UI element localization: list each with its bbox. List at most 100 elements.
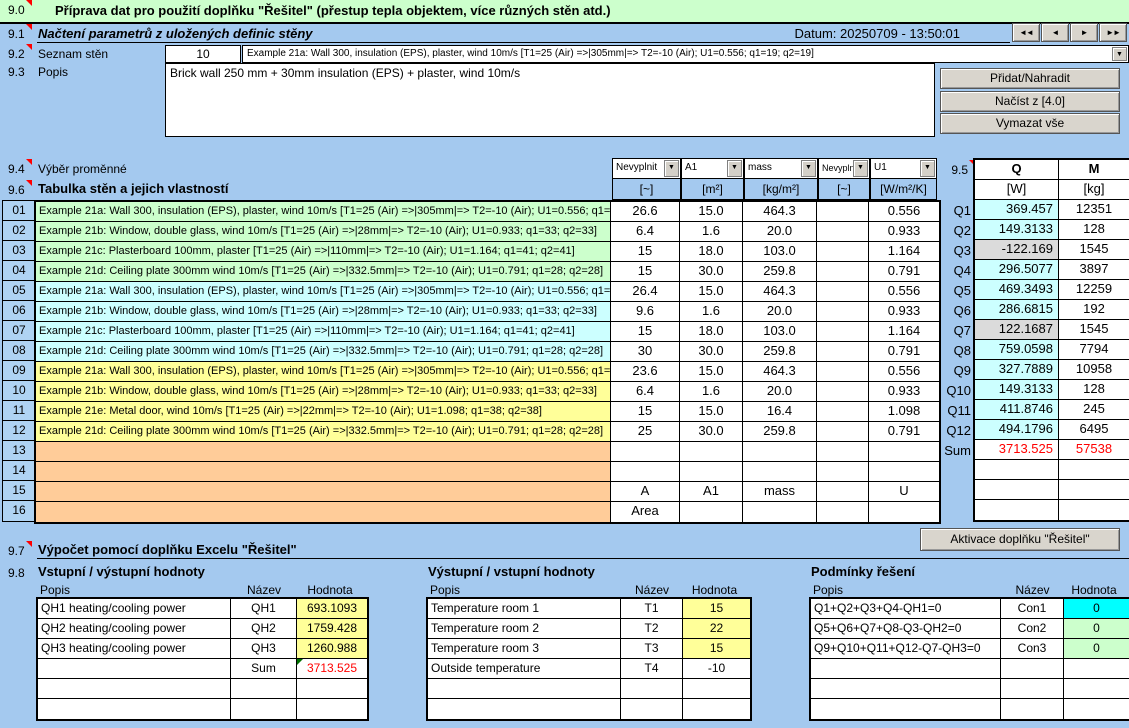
variable-dropdown-5[interactable]: U1 ▼	[870, 158, 937, 179]
wall-value-cell[interactable]: 0.933	[869, 302, 939, 322]
io-value-cell[interactable]: -10	[683, 659, 750, 679]
wall-value-cell[interactable]: 15.0	[680, 202, 743, 222]
wall-description-cell[interactable]	[36, 502, 611, 522]
wall-description-cell[interactable]: Example 21e: Metal door, wind 10m/s [T1=…	[36, 402, 611, 422]
io-value-cell[interactable]: 15	[683, 639, 750, 659]
wall-value-cell[interactable]: 103.0	[743, 242, 817, 262]
wall-value-cell[interactable]: 18.0	[680, 242, 743, 262]
wall-value-cell[interactable]	[817, 462, 869, 482]
wall-value-cell[interactable]: 26.6	[611, 202, 680, 222]
wall-value-cell[interactable]	[817, 362, 869, 382]
wall-value-cell[interactable]	[817, 422, 869, 442]
add-replace-button[interactable]: Přidat/Nahradit	[940, 68, 1120, 89]
wall-value-cell[interactable]: 1.6	[680, 222, 743, 242]
wall-value-cell[interactable]: 15	[611, 322, 680, 342]
nav-prev-button[interactable]: ◄	[1041, 23, 1069, 42]
wall-value-cell[interactable]: 103.0	[743, 322, 817, 342]
wall-description-cell[interactable]: Example 21a: Wall 300, insulation (EPS),…	[36, 362, 611, 382]
wall-description-cell[interactable]: Example 21b: Window, double glass, wind …	[36, 382, 611, 402]
wall-value-cell[interactable]: A1	[680, 482, 743, 502]
wall-value-cell[interactable]: A	[611, 482, 680, 502]
wall-description-cell[interactable]: Example 21b: Window, double glass, wind …	[36, 222, 611, 242]
wall-value-cell[interactable]	[743, 502, 817, 522]
wall-value-cell[interactable]: 1.164	[869, 322, 939, 342]
wall-value-cell[interactable]	[680, 442, 743, 462]
wall-value-cell[interactable]: 15	[611, 402, 680, 422]
wall-value-cell[interactable]: 26.4	[611, 282, 680, 302]
wall-value-cell[interactable]	[817, 262, 869, 282]
io-value-cell[interactable]: 15	[683, 599, 750, 619]
chevron-down-icon[interactable]: ▼	[727, 160, 742, 177]
wall-value-cell[interactable]: 15.0	[680, 402, 743, 422]
wall-value-cell[interactable]	[817, 222, 869, 242]
wall-description-cell[interactable]: Example 21b: Window, double glass, wind …	[36, 302, 611, 322]
wall-value-cell[interactable]	[817, 302, 869, 322]
wall-value-cell[interactable]: 259.8	[743, 422, 817, 442]
chevron-down-icon[interactable]: ▼	[1112, 47, 1127, 61]
description-box[interactable]: Brick wall 250 mm + 30mm insulation (EPS…	[165, 63, 935, 137]
wall-value-cell[interactable]	[743, 462, 817, 482]
wall-description-cell[interactable]: Example 21a: Wall 300, insulation (EPS),…	[36, 282, 611, 302]
wall-value-cell[interactable]: 0.556	[869, 202, 939, 222]
wall-value-cell[interactable]: 1.164	[869, 242, 939, 262]
wall-value-cell[interactable]	[680, 462, 743, 482]
wall-value-cell[interactable]	[743, 442, 817, 462]
wall-value-cell[interactable]: 23.6	[611, 362, 680, 382]
wall-value-cell[interactable]: 1.6	[680, 302, 743, 322]
variable-dropdown-4[interactable]: Nevyplnit ▼	[818, 158, 870, 179]
wall-value-cell[interactable]: 0.791	[869, 342, 939, 362]
wall-value-cell[interactable]	[817, 442, 869, 462]
wall-value-cell[interactable]: 15.0	[680, 282, 743, 302]
activate-solver-button[interactable]: Aktivace doplňku "Řešitel"	[920, 528, 1120, 551]
wall-value-cell[interactable]: 30	[611, 342, 680, 362]
wall-value-cell[interactable]	[680, 502, 743, 522]
wall-select-combobox[interactable]: Example 21a: Wall 300, insulation (EPS),…	[242, 45, 1129, 63]
wall-value-cell[interactable]: 1.098	[869, 402, 939, 422]
wall-value-cell[interactable]	[817, 282, 869, 302]
wall-value-cell[interactable]: Area	[611, 502, 680, 522]
chevron-down-icon[interactable]: ▼	[801, 160, 816, 177]
nav-first-button[interactable]: ◄◄	[1012, 23, 1040, 42]
wall-description-cell[interactable]: Example 21d: Ceiling plate 300mm wind 10…	[36, 422, 611, 442]
wall-value-cell[interactable]: 9.6	[611, 302, 680, 322]
wall-count-cell[interactable]: 10	[165, 45, 241, 63]
wall-description-cell[interactable]: Example 21c: Plasterboard 100mm, plaster…	[36, 242, 611, 262]
io-value-cell[interactable]: 1759.428	[297, 619, 367, 639]
wall-value-cell[interactable]	[817, 322, 869, 342]
wall-description-cell[interactable]	[36, 462, 611, 482]
wall-value-cell[interactable]: 20.0	[743, 382, 817, 402]
wall-value-cell[interactable]: U	[869, 482, 939, 502]
io-value-cell[interactable]: 22	[683, 619, 750, 639]
wall-value-cell[interactable]: 25	[611, 422, 680, 442]
wall-value-cell[interactable]	[817, 342, 869, 362]
wall-value-cell[interactable]: 0.556	[869, 282, 939, 302]
chevron-down-icon[interactable]: ▼	[853, 160, 868, 177]
io-value-cell[interactable]: 693.1093	[297, 599, 367, 619]
wall-value-cell[interactable]	[869, 462, 939, 482]
wall-value-cell[interactable]: 259.8	[743, 342, 817, 362]
wall-value-cell[interactable]	[817, 382, 869, 402]
wall-value-cell[interactable]: 30.0	[680, 262, 743, 282]
wall-value-cell[interactable]: 30.0	[680, 342, 743, 362]
wall-value-cell[interactable]: 6.4	[611, 222, 680, 242]
variable-dropdown-2[interactable]: A1 ▼	[681, 158, 744, 179]
variable-dropdown-1[interactable]: Nevyplnit ▼	[612, 158, 681, 179]
wall-value-cell[interactable]: 15	[611, 242, 680, 262]
load-from-button[interactable]: Načíst z [4.0]	[940, 91, 1120, 112]
wall-value-cell[interactable]	[817, 502, 869, 522]
wall-value-cell[interactable]: 18.0	[680, 322, 743, 342]
wall-description-cell[interactable]: Example 21a: Wall 300, insulation (EPS),…	[36, 202, 611, 222]
wall-value-cell[interactable]: 259.8	[743, 262, 817, 282]
wall-value-cell[interactable]	[611, 442, 680, 462]
wall-value-cell[interactable]	[817, 242, 869, 262]
wall-value-cell[interactable]: 464.3	[743, 362, 817, 382]
wall-value-cell[interactable]: 16.4	[743, 402, 817, 422]
wall-value-cell[interactable]: 30.0	[680, 422, 743, 442]
wall-value-cell[interactable]	[817, 482, 869, 502]
wall-value-cell[interactable]: 0.933	[869, 382, 939, 402]
wall-value-cell[interactable]: 0.933	[869, 222, 939, 242]
wall-value-cell[interactable]: 15	[611, 262, 680, 282]
nav-last-button[interactable]: ►►	[1099, 23, 1127, 42]
wall-description-cell[interactable]: Example 21d: Ceiling plate 300mm wind 10…	[36, 262, 611, 282]
wall-value-cell[interactable]: 0.791	[869, 422, 939, 442]
